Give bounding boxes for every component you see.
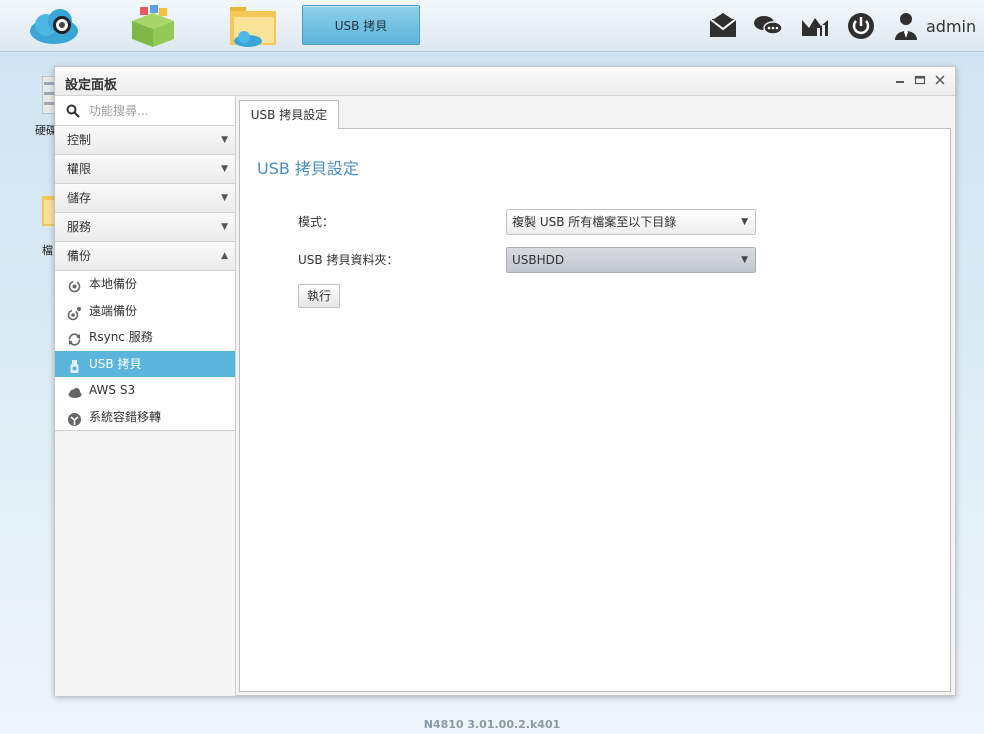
rsync-icon <box>67 330 82 346</box>
sidebar-item-label: 系統容錯移轉 <box>89 409 162 424</box>
sidebar-item-label: AWS S3 <box>89 383 136 397</box>
maximize-icon[interactable] <box>913 73 927 87</box>
cloud-icon <box>67 383 82 398</box>
mail-icon[interactable] <box>707 10 739 42</box>
mode-select[interactable]: 複製 USB 所有檔案至以下目錄 ▼ <box>506 209 756 235</box>
sidebar-item-failover[interactable]: 系統容錯移轉 <box>55 404 235 431</box>
mode-label: 模式： <box>298 215 335 229</box>
cloud-app-icon[interactable] <box>26 3 80 49</box>
taskbar: USB 拷貝 admin <box>0 0 984 52</box>
sidebar-cat-service[interactable]: 服務 ▼ <box>55 213 235 242</box>
panel-title: USB 拷貝設定 <box>257 159 359 178</box>
tab-usb-copy-settings[interactable]: USB 拷貝設定 <box>239 100 339 129</box>
chevron-down-icon: ▼ <box>221 193 228 203</box>
sidebar-cat-backup[interactable]: 備份 ▲ <box>55 242 235 271</box>
search-input[interactable] <box>89 102 229 120</box>
folder-desktop-label: 檔 <box>42 244 53 257</box>
power-icon[interactable] <box>845 10 877 42</box>
chevron-down-icon: ▼ <box>221 164 228 174</box>
content-area: USB 拷貝設定 USB 拷貝設定 模式： 複製 USB 所有檔案至以下目錄 ▼… <box>239 100 953 693</box>
sidebar-item-label: 本地備份 <box>89 277 138 291</box>
chevron-down-icon: ▼ <box>741 217 748 227</box>
sidebar-cat-privilege[interactable]: 權限 ▼ <box>55 155 235 184</box>
sidebar-cat-label: 權限 <box>67 162 92 176</box>
mode-select-value: 複製 USB 所有檔案至以下目錄 <box>512 215 677 229</box>
chevron-down-icon: ▼ <box>221 222 228 232</box>
usb-folder-label: USB 拷貝資料夾： <box>298 253 399 267</box>
settings-window: 設定面板 控制 ▼ 權限 ▼ 儲存 ▼ 服 <box>54 66 956 696</box>
sidebar-cat-label: 控制 <box>67 133 92 147</box>
sidebar-item-aws-s3[interactable]: AWS S3 <box>55 377 235 404</box>
close-icon[interactable] <box>933 73 947 87</box>
chevron-up-icon: ▲ <box>221 251 228 261</box>
monitor-icon[interactable] <box>799 10 831 42</box>
user-icon[interactable] <box>893 10 919 42</box>
sidebar-item-remote-backup[interactable]: 遠端備份 <box>55 298 235 325</box>
remote-backup-icon <box>67 304 82 320</box>
sidebar-cat-label: 儲存 <box>67 191 92 205</box>
sidebar-item-label: USB 拷貝 <box>89 356 142 371</box>
window-titlebar[interactable]: 設定面板 <box>55 67 955 96</box>
chat-icon[interactable] <box>752 10 784 42</box>
run-button[interactable]: 執行 <box>298 284 340 308</box>
backup-submenu: 本地備份 遠端備份 Rsync 服務 USB 拷貝 AWS S3 系統容錯移轉 <box>55 271 235 431</box>
usb-folder-select[interactable]: USBHDD ▼ <box>506 247 756 273</box>
minimize-icon[interactable] <box>893 73 907 87</box>
chevron-down-icon: ▼ <box>221 135 228 145</box>
settings-panel: USB 拷貝設定 模式： 複製 USB 所有檔案至以下目錄 ▼ USB 拷貝資料… <box>239 128 951 692</box>
sidebar-item-label: 遠端備份 <box>89 303 138 318</box>
local-backup-icon <box>67 277 82 293</box>
search-icon <box>66 104 80 118</box>
version-footer: N4810 3.01.00.2.k401 <box>423 718 561 731</box>
chevron-down-icon: ▼ <box>741 255 748 265</box>
usb-copy-icon <box>67 357 82 373</box>
usb-folder-select-value: USBHDD <box>512 253 565 267</box>
failover-icon <box>67 410 82 426</box>
sidebar-item-label: Rsync 服務 <box>89 330 153 344</box>
app-center-icon[interactable] <box>126 3 180 49</box>
user-name[interactable]: admin <box>926 17 976 36</box>
file-manager-icon[interactable] <box>226 3 280 49</box>
sidebar-item-local-backup[interactable]: 本地備份 <box>55 271 235 298</box>
task-usb-copy[interactable]: USB 拷貝 <box>302 5 420 45</box>
sidebar-cat-storage[interactable]: 儲存 ▼ <box>55 184 235 213</box>
sidebar-cat-label: 備份 <box>67 249 92 263</box>
sidebar-item-usb-copy[interactable]: USB 拷貝 <box>55 350 235 377</box>
sidebar-item-rsync[interactable]: Rsync 服務 <box>55 324 235 351</box>
sidebar-cat-control[interactable]: 控制 ▼ <box>55 126 235 155</box>
sidebar: 控制 ▼ 權限 ▼ 儲存 ▼ 服務 ▼ 備份 ▲ 本地備份 <box>55 96 236 696</box>
sidebar-cat-label: 服務 <box>67 220 92 234</box>
window-title: 設定面板 <box>65 78 118 93</box>
search-box <box>55 96 235 126</box>
